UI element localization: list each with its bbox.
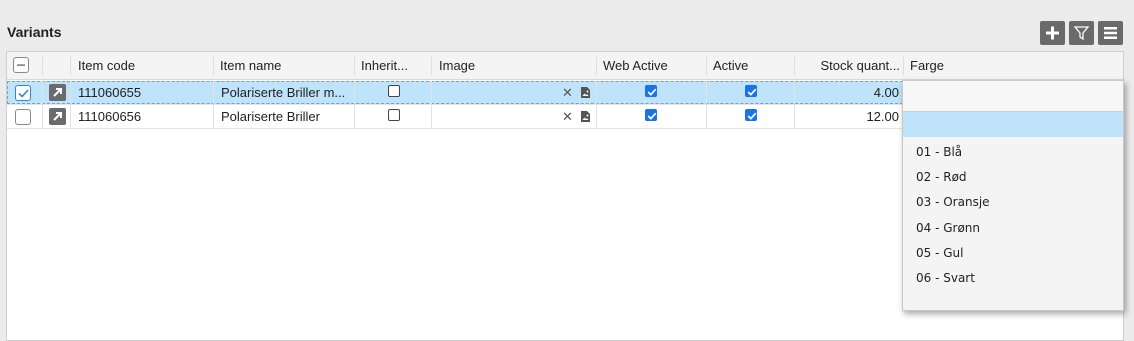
row-select-checkbox[interactable] (15, 109, 31, 125)
dropdown-option-empty[interactable] (903, 112, 1123, 137)
image-file-icon[interactable] (580, 86, 591, 102)
menu-button[interactable] (1098, 21, 1123, 45)
panel-title: Variants (7, 24, 62, 40)
minus-icon (17, 64, 25, 66)
open-link-icon[interactable] (49, 84, 66, 101)
check-icon (647, 88, 657, 96)
farge-input[interactable] (903, 81, 1123, 112)
item-code-cell: 111060656 (78, 109, 142, 124)
stock-cell: 12.00 (866, 109, 899, 124)
filter-button[interactable] (1069, 21, 1094, 45)
table-row[interactable]: 111060656 Polariserte Briller ✕ 12.00 (7, 105, 903, 128)
row-select-checkbox[interactable] (15, 85, 31, 101)
filter-icon (1073, 26, 1090, 41)
col-farge[interactable]: Farge (910, 52, 1010, 79)
col-active[interactable]: Active (713, 52, 793, 79)
image-file-icon[interactable] (580, 110, 591, 126)
active-checkbox[interactable] (745, 109, 757, 121)
table-row[interactable]: 111060655 Polariserte Briller m... ✕ 4.0… (7, 81, 903, 104)
farge-dropdown[interactable]: 01 - Blå 02 - Rød 03 - Oransje 04 - Grøn… (902, 80, 1124, 311)
plus-icon (1046, 26, 1059, 40)
dropdown-option[interactable]: 03 - Oransje (903, 190, 1123, 215)
add-button[interactable] (1040, 21, 1065, 45)
hamburger-icon (1104, 27, 1117, 39)
web-active-checkbox[interactable] (645, 85, 657, 97)
item-name-cell: Polariserte Briller (221, 109, 320, 124)
dropdown-option[interactable]: 05 - Gul (903, 241, 1123, 266)
active-checkbox[interactable] (745, 85, 757, 97)
item-name-cell: Polariserte Briller m... (221, 85, 346, 100)
dropdown-option[interactable]: 01 - Blå (903, 140, 1123, 165)
stock-cell: 4.00 (873, 85, 899, 100)
close-icon[interactable]: ✕ (562, 110, 573, 124)
open-link-icon[interactable] (49, 108, 66, 125)
dropdown-option[interactable]: 06 - Svart (903, 266, 1123, 291)
check-icon (747, 112, 757, 120)
inherit-checkbox[interactable] (388, 109, 400, 121)
dropdown-option[interactable]: 02 - Rød (903, 165, 1123, 190)
grid-header: Item code Item name Inherit... Image Web… (7, 52, 1123, 80)
col-item-code[interactable]: Item code (78, 52, 208, 79)
web-active-checkbox[interactable] (645, 109, 657, 121)
check-icon (647, 112, 657, 120)
select-all-checkbox[interactable] (13, 57, 29, 73)
item-code-cell: 111060655 (78, 85, 142, 100)
col-inherit[interactable]: Inherit... (361, 52, 427, 79)
col-stock-quantity[interactable]: Stock quant... (797, 52, 901, 79)
check-icon (747, 88, 757, 96)
col-item-name[interactable]: Item name (220, 52, 352, 79)
dropdown-option[interactable]: 04 - Grønn (903, 216, 1123, 241)
close-icon[interactable]: ✕ (562, 86, 573, 100)
col-image[interactable]: Image (439, 52, 589, 79)
col-web-active[interactable]: Web Active (603, 52, 703, 79)
inherit-checkbox[interactable] (388, 85, 400, 97)
check-icon (18, 89, 29, 98)
